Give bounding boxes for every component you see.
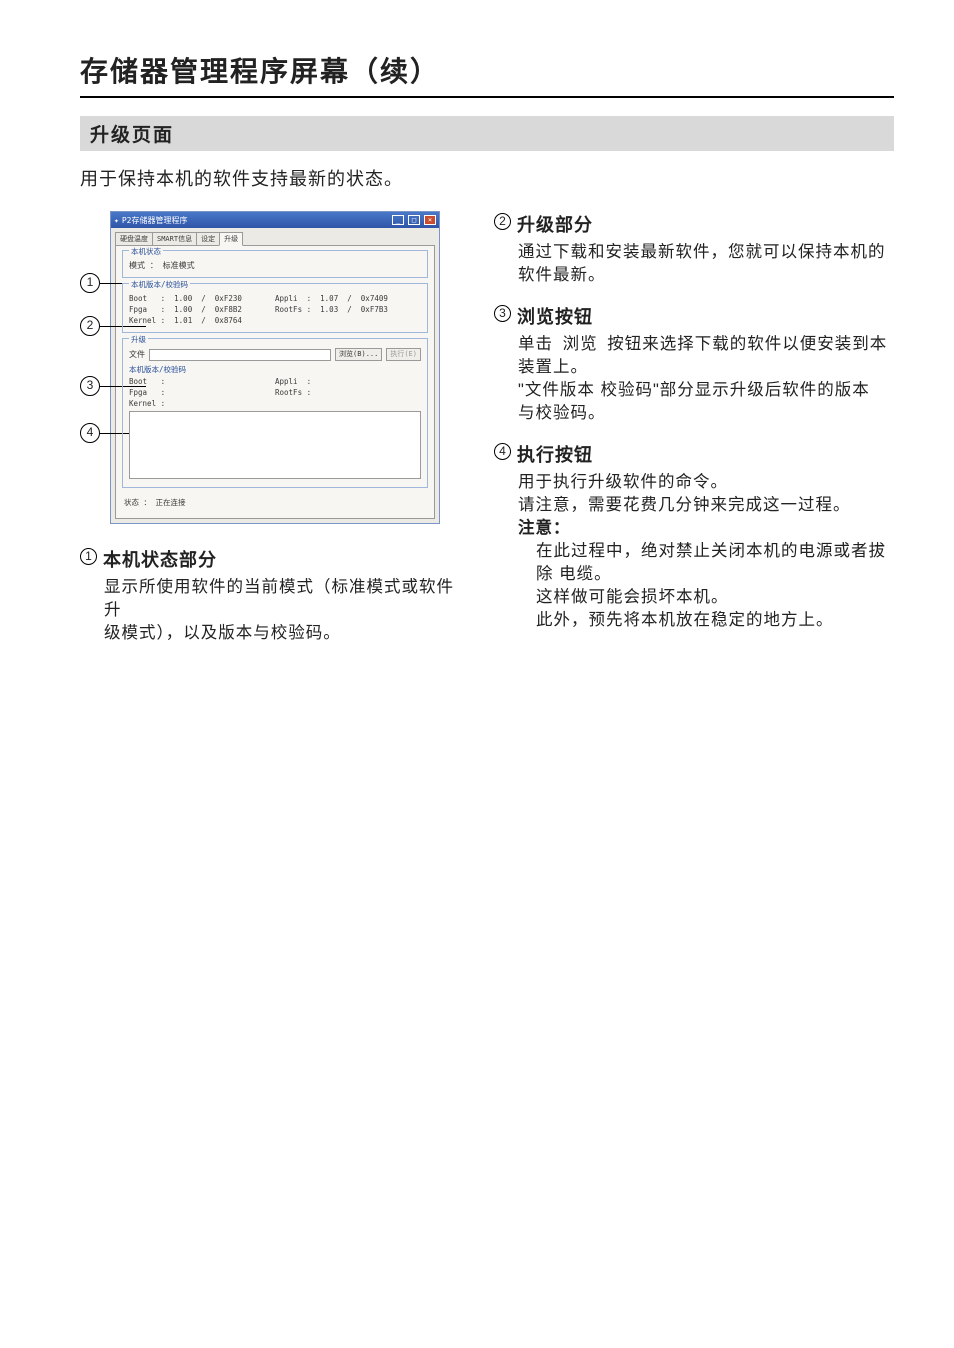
version-right: Appli : 1.07 / 0x7409 RootFs : 1.03 / 0x… [275,293,421,326]
group-title: 本机版本/校验码 [129,279,190,290]
execute-button[interactable]: 执行(E) [386,348,421,361]
note-line: 在此过程中，绝对禁止关闭本机的电源或者拔 [518,540,894,563]
callout-3: 3 [80,376,100,396]
maximize-icon[interactable]: □ [408,215,420,225]
app-icon: ✦ [114,216,119,225]
note-label: 注意： [518,519,571,537]
callout-2: 2 [80,316,100,336]
titlebar: ✦ P2存储器管理程序 _ □ × [111,212,439,228]
desc-3: 3 浏览按钮 单击 浏览 按钮来选择下载的软件以便安装到本 装置上。 "文件版本… [494,303,894,425]
group-upgrade: 升级 文件 浏览(B)... 执行(E) 本机版本/校验码 Boot : Fpg… [122,338,428,488]
tab-hdd-temp[interactable]: 硬盘温度 [115,232,153,245]
note-line: 此外，预先将本机放在稳定的地方上。 [518,609,894,632]
circled-number: 2 [494,213,511,230]
circled-number: 4 [494,443,511,460]
desc-title: 浏览按钮 [517,303,593,329]
circled-number: 1 [80,548,97,565]
tab-strip: 硬盘温度 SMART信息 设定 升级 [111,228,439,245]
circled-number: 3 [494,305,511,322]
mode-value: 标准模式 [163,261,195,270]
desc-4: 4 执行按钮 用于执行升级软件的命令。 请注意，需要花费几分钟来完成这一过程。 … [494,441,894,632]
browse-term: 浏览 [559,335,602,353]
filever-title: 本机版本/校验码 [129,364,421,375]
section-heading: 升级页面 [80,116,894,151]
desc-line: 软件最新。 [518,266,606,284]
filever-right: Appli : RootFs : [275,376,421,409]
desc-title: 本机状态部分 [103,546,217,572]
desc-title: 升级部分 [517,211,593,237]
browse-button[interactable]: 浏览(B)... [335,348,382,361]
page-title: 存储器管理程序屏幕（续） [80,50,894,98]
desc-line: "文件版本 校验码"部分显示升级后软件的版本 [518,381,870,399]
desc-line: 请注意，需要花费几分钟来完成这一过程。 [518,496,851,514]
desc-line: 单击 [518,335,553,353]
desc-2: 2 升级部分 通过下载和安装最新软件，您就可以保持本机的 软件最新。 [494,211,894,287]
log-box [129,411,421,479]
tab-panel: 本机状态 模式 ： 标准模式 本机版本/校验码 Boot : 1.00 / 0x… [115,245,435,519]
close-icon[interactable]: × [424,215,436,225]
minimize-icon[interactable]: _ [392,215,404,225]
group-version: 本机版本/校验码 Boot : 1.00 / 0xF230 Fpga : 1.0… [122,283,428,333]
desc-line: 通过下载和安装最新软件，您就可以保持本机的 [518,243,886,261]
tab-smart[interactable]: SMART信息 [152,232,197,245]
group-status: 本机状态 模式 ： 标准模式 [122,250,428,278]
window-title: P2存储器管理程序 [122,215,188,226]
group-title: 升级 [129,334,148,345]
screenshot-with-callouts: 1 2 3 4 ✦ P2存储器管理程序 _ □ × 硬盘温度 [80,211,470,524]
status-line: 状态 ： 正在连接 [122,493,428,512]
file-label: 文件 [129,349,145,360]
app-window: ✦ P2存储器管理程序 _ □ × 硬盘温度 SMART信息 设定 升级 本机状… [110,211,440,524]
file-input[interactable] [149,349,331,361]
note-line: 除 电缆。 [518,563,894,586]
intro-text: 用于保持本机的软件支持最新的状态。 [80,165,894,191]
callout-1: 1 [80,273,100,293]
desc-line: 级模式），以及版本与校验码。 [104,624,341,642]
mode-label: 模式 ： [129,261,158,270]
desc-title: 执行按钮 [517,441,593,467]
desc-line: 按钮来选择下载的软件以便安装到本 [607,335,887,353]
desc-line: 显示所使用软件的当前模式（标准模式或软件升 [104,578,454,619]
desc-line: 装置上。 [518,358,588,376]
group-title: 本机状态 [129,246,163,257]
tab-upgrade[interactable]: 升级 [219,232,243,246]
version-left: Boot : 1.00 / 0xF230 Fpga : 1.00 / 0xF8B… [129,293,275,326]
desc-line: 与校验码。 [518,404,606,422]
desc-1: 1 本机状态部分 显示所使用软件的当前模式（标准模式或软件升 级模式），以及版本… [80,546,470,645]
filever-left: Boot : Fpga : Kernel : [129,376,275,409]
desc-line: 用于执行升级软件的命令。 [518,473,728,491]
status-value: 正在连接 [156,498,186,507]
status-label: 状态 ： [124,498,151,507]
note-line: 这样做可能会损坏本机。 [518,586,894,609]
tab-settings[interactable]: 设定 [196,232,220,245]
callout-4: 4 [80,423,100,443]
